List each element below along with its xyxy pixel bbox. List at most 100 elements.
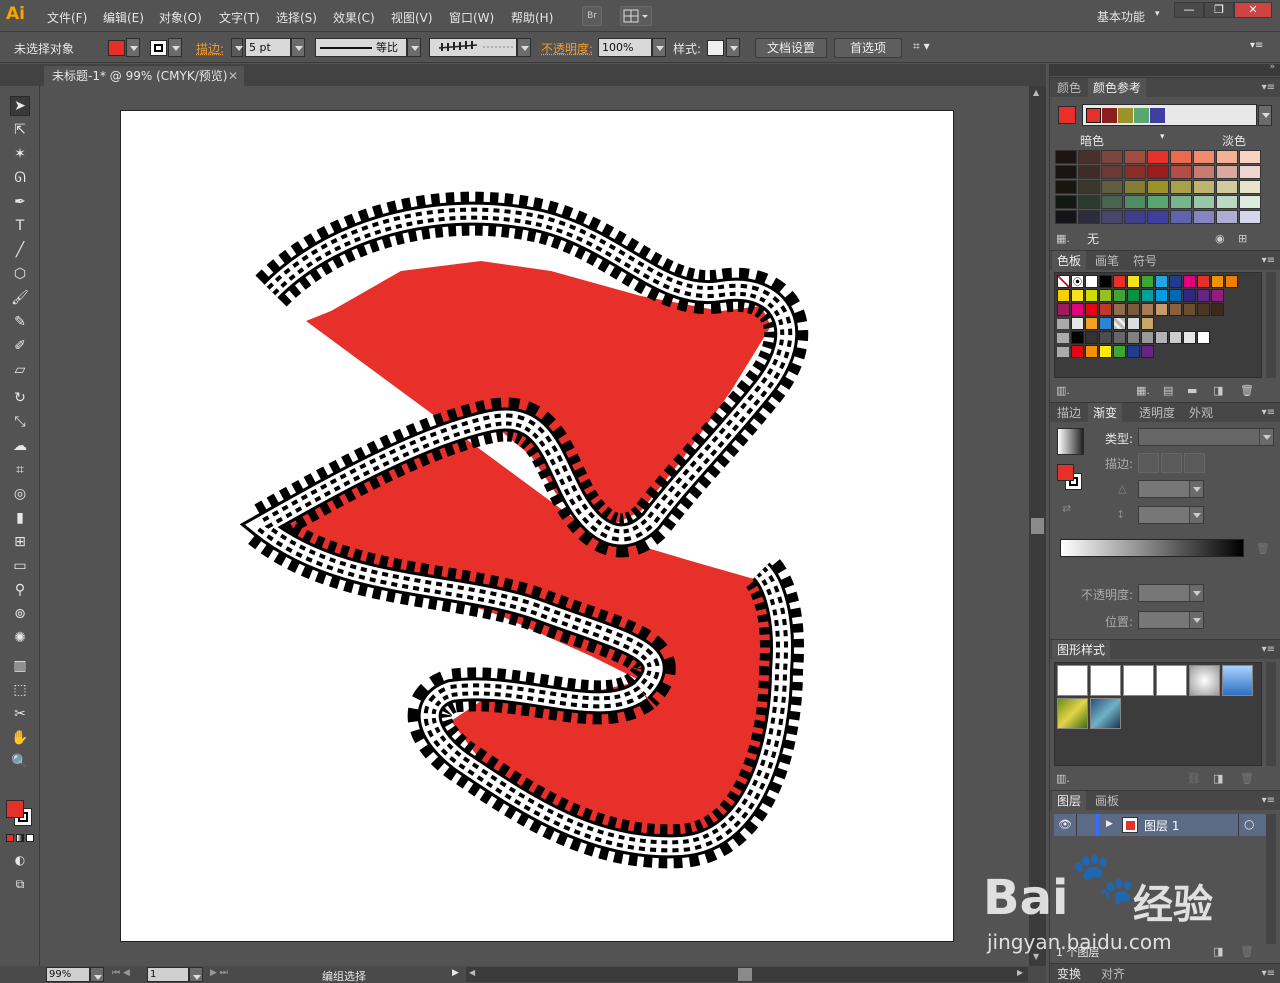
harmony-rules-dropdown[interactable] bbox=[1258, 105, 1272, 126]
gradient-preview[interactable] bbox=[1057, 428, 1084, 455]
swatch-cell[interactable] bbox=[1127, 289, 1140, 302]
slice-tool-icon[interactable]: ✂ bbox=[10, 704, 30, 724]
stroke-weight-dropdown[interactable] bbox=[291, 38, 305, 57]
fill-swatch[interactable] bbox=[108, 40, 125, 56]
menu-view[interactable]: 视图(V) bbox=[391, 9, 433, 26]
swatch-cell[interactable] bbox=[1085, 345, 1098, 358]
new-swatch-icon[interactable]: ◨ bbox=[1213, 384, 1223, 397]
shape-builder-tool-icon[interactable]: ◎ bbox=[10, 484, 30, 504]
layers-panel-menu-icon[interactable]: ▾≡ bbox=[1262, 795, 1275, 806]
transform-panel-menu-icon[interactable]: ▾≡ bbox=[1262, 968, 1275, 979]
first-artboard-icon[interactable]: ⏮ ◀ bbox=[112, 968, 130, 978]
swatch-cell[interactable] bbox=[1099, 345, 1112, 358]
graph-tool-icon[interactable]: ▮ bbox=[10, 508, 30, 528]
swatch-cell[interactable] bbox=[1155, 303, 1168, 316]
guide-color-cell[interactable] bbox=[1193, 180, 1215, 194]
expand-layer-icon[interactable]: ▶ bbox=[1106, 819, 1113, 829]
tab-color-guide[interactable]: 颜色参考 bbox=[1088, 78, 1147, 98]
lasso-tool-icon[interactable]: ᘏ bbox=[10, 168, 30, 188]
swatch-cell[interactable] bbox=[1099, 275, 1112, 288]
status-menu-icon[interactable]: ▶ bbox=[452, 968, 459, 978]
guide-color-cell[interactable] bbox=[1078, 180, 1100, 194]
swatch-cell[interactable] bbox=[1071, 289, 1084, 302]
guide-color-cell[interactable] bbox=[1170, 150, 1192, 164]
menu-select[interactable]: 选择(S) bbox=[276, 9, 317, 26]
symbol-sprayer-tool-icon[interactable]: ✺ bbox=[10, 628, 30, 648]
opacity-input[interactable]: 100% bbox=[598, 38, 652, 57]
swatch-cell[interactable] bbox=[1057, 275, 1070, 288]
eraser-tool-icon[interactable]: ▱ bbox=[10, 360, 30, 380]
column-graph-tool-icon[interactable]: ▥ bbox=[10, 656, 30, 676]
screen-mode-icon[interactable]: ⧉ bbox=[10, 874, 30, 894]
collapse-panels-icon[interactable]: » bbox=[1269, 62, 1275, 72]
pencil-tool-icon[interactable]: ✎ bbox=[10, 312, 30, 332]
layer-target-icon[interactable]: ○ bbox=[1244, 817, 1254, 831]
zoom-dropdown[interactable] bbox=[90, 967, 104, 982]
swatch-cell[interactable] bbox=[1127, 275, 1140, 288]
swatch-cell[interactable] bbox=[1085, 303, 1098, 316]
swatch-cell[interactable] bbox=[1183, 331, 1196, 344]
new-graphic-style-icon[interactable]: ◨ bbox=[1213, 772, 1223, 785]
swatch-cell[interactable] bbox=[1071, 317, 1084, 330]
tab-color[interactable]: 颜色 bbox=[1052, 78, 1086, 98]
color-guide-grid[interactable] bbox=[1055, 150, 1263, 226]
guide-color-cell[interactable] bbox=[1124, 165, 1146, 179]
selection-tool-icon[interactable]: ➤ bbox=[10, 96, 30, 116]
swatch-cell[interactable] bbox=[1057, 289, 1070, 302]
next-artboard-icon[interactable]: ▶ ⏭ bbox=[210, 968, 228, 978]
type-tool-icon[interactable]: T bbox=[10, 216, 30, 236]
swatch-cell[interactable] bbox=[1141, 289, 1154, 302]
guide-color-cell[interactable] bbox=[1239, 180, 1261, 194]
stroke-label[interactable]: 描边: bbox=[196, 40, 224, 57]
swatch-libraries-icon[interactable]: ▥. bbox=[1056, 384, 1070, 397]
canvas-area[interactable] bbox=[41, 86, 1029, 966]
guide-color-cell[interactable] bbox=[1170, 180, 1192, 194]
warp-tool-icon[interactable]: ☁ bbox=[10, 436, 30, 456]
swatch-cell[interactable] bbox=[1099, 317, 1112, 330]
tab-artboards[interactable]: 画板 bbox=[1090, 791, 1124, 811]
graphic-styles-scrollbar[interactable] bbox=[1266, 662, 1276, 766]
swatch-cell[interactable] bbox=[1127, 317, 1140, 330]
swatch-cell[interactable] bbox=[1225, 275, 1238, 288]
guide-color-cell[interactable] bbox=[1216, 210, 1238, 224]
tab-align[interactable]: 对齐 bbox=[1096, 964, 1130, 983]
tab-layers[interactable]: 图层 bbox=[1052, 791, 1087, 811]
swatch-cell[interactable] bbox=[1197, 289, 1210, 302]
limit-color-icon[interactable]: ▦. bbox=[1056, 232, 1070, 245]
horizontal-scroll-thumb[interactable] bbox=[738, 968, 752, 981]
guide-color-cell[interactable] bbox=[1216, 150, 1238, 164]
swatch-cell[interactable] bbox=[1155, 289, 1168, 302]
guide-color-cell[interactable] bbox=[1193, 210, 1215, 224]
swatch-cell[interactable] bbox=[1071, 345, 1084, 358]
swatch-cell[interactable] bbox=[1127, 303, 1140, 316]
opacity-label[interactable]: 不透明度: bbox=[541, 40, 593, 57]
artboard-dropdown[interactable] bbox=[189, 967, 203, 982]
swatch-cell[interactable] bbox=[1071, 303, 1084, 316]
guide-color-cell[interactable] bbox=[1216, 165, 1238, 179]
guide-color-cell[interactable] bbox=[1055, 195, 1077, 209]
guide-color-cell[interactable] bbox=[1101, 165, 1123, 179]
tab-transform[interactable]: 变换 bbox=[1052, 964, 1086, 983]
visibility-eye-icon[interactable]: 👁 bbox=[1058, 818, 1072, 831]
swatch-cell[interactable] bbox=[1099, 303, 1112, 316]
guide-color-cell[interactable] bbox=[1147, 195, 1169, 209]
layer-name[interactable]: 图层 1 bbox=[1144, 817, 1179, 834]
swatch-cell[interactable] bbox=[1113, 317, 1126, 330]
guide-base-color[interactable] bbox=[1058, 106, 1076, 124]
gradient-aspect-input[interactable] bbox=[1138, 506, 1204, 524]
swatch-cell[interactable] bbox=[1141, 275, 1154, 288]
swatch-cell[interactable] bbox=[1183, 303, 1196, 316]
document-tab[interactable]: 未标题-1* @ 99% (CMYK/预览) ✕ bbox=[44, 66, 244, 86]
new-color-group-icon[interactable]: ▬ bbox=[1187, 384, 1197, 397]
swatch-cell[interactable] bbox=[1197, 275, 1210, 288]
color-group-folder-icon[interactable] bbox=[1057, 347, 1069, 357]
menu-effect[interactable]: 效果(C) bbox=[333, 9, 375, 26]
rotate-tool-icon[interactable]: ↻ bbox=[10, 388, 30, 408]
style-default[interactable] bbox=[1057, 665, 1088, 696]
swatch-options-icon[interactable]: ▤ bbox=[1163, 384, 1173, 397]
guide-color-cell[interactable] bbox=[1239, 165, 1261, 179]
pen-tool-icon[interactable]: ✒ bbox=[10, 192, 30, 212]
guide-color-cell[interactable] bbox=[1101, 150, 1123, 164]
stroke-dropdown[interactable] bbox=[168, 38, 182, 57]
guide-color-cell[interactable] bbox=[1078, 210, 1100, 224]
